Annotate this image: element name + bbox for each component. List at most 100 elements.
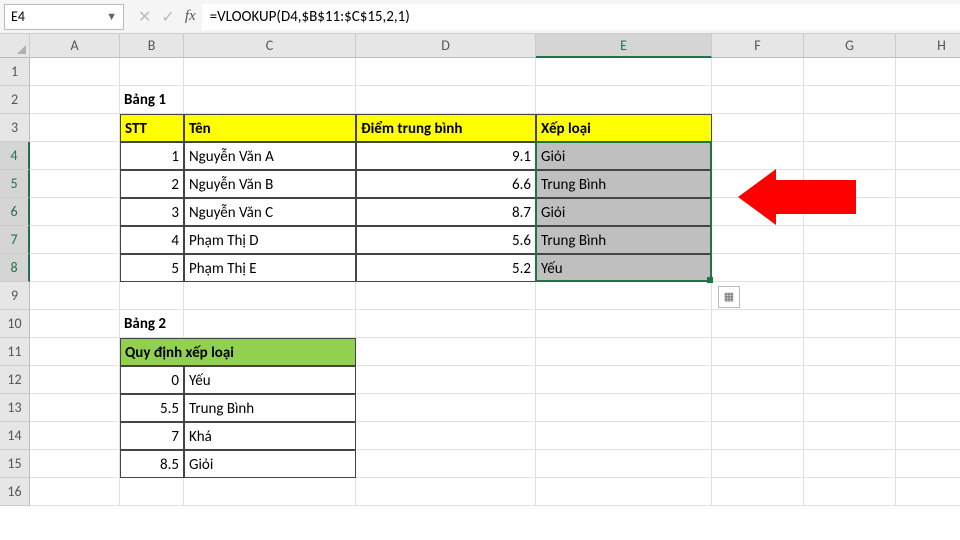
cell-blank[interactable]	[896, 142, 960, 170]
cell-blank[interactable]	[804, 422, 896, 450]
cell-blank[interactable]	[712, 142, 804, 170]
cell-blank[interactable]	[30, 86, 120, 114]
cell-blank[interactable]	[804, 58, 896, 86]
cell-blank[interactable]	[356, 58, 536, 86]
cell-blank[interactable]	[712, 478, 804, 506]
row-header-8[interactable]: 8	[0, 254, 30, 282]
column-header-G[interactable]: G	[804, 34, 896, 58]
column-header-A[interactable]: A	[30, 34, 120, 58]
table2-cell-label[interactable]: Giỏi	[184, 450, 356, 478]
cell-blank[interactable]	[804, 226, 896, 254]
table1-cell-ten[interactable]: Nguyễn Văn A	[184, 142, 356, 170]
table1-header[interactable]: Điểm trung bình	[356, 114, 536, 142]
table1-cell-xep[interactable]: Giỏi	[536, 198, 712, 226]
cell-blank[interactable]	[120, 478, 184, 506]
table1-cell-ten[interactable]: Phạm Thị D	[184, 226, 356, 254]
column-header-D[interactable]: D	[356, 34, 536, 58]
cell-blank[interactable]	[184, 86, 356, 114]
cell-blank[interactable]	[712, 394, 804, 422]
cell-blank[interactable]	[30, 366, 120, 394]
fx-icon[interactable]: fx	[185, 8, 196, 25]
cell-blank[interactable]	[30, 198, 120, 226]
cell-blank[interactable]	[30, 282, 120, 310]
cell-blank[interactable]	[804, 282, 896, 310]
cell-blank[interactable]	[536, 422, 712, 450]
cell-blank[interactable]	[356, 422, 536, 450]
row-header-3[interactable]: 3	[0, 114, 30, 142]
cell-blank[interactable]	[712, 422, 804, 450]
column-header-H[interactable]: H	[896, 34, 960, 58]
cell-blank[interactable]	[184, 282, 356, 310]
table1-header[interactable]: STT	[120, 114, 184, 142]
row-header-14[interactable]: 14	[0, 422, 30, 450]
cell-blank[interactable]	[712, 338, 804, 366]
table2-cell-value[interactable]: 7	[120, 422, 184, 450]
table1-cell-stt[interactable]: 3	[120, 198, 184, 226]
cell-blank[interactable]	[30, 422, 120, 450]
cell-blank[interactable]	[896, 366, 960, 394]
table2-cell-value[interactable]: 5.5	[120, 394, 184, 422]
cell-blank[interactable]	[30, 142, 120, 170]
cell-blank[interactable]	[184, 58, 356, 86]
cell-blank[interactable]	[804, 142, 896, 170]
cell-blank[interactable]	[804, 310, 896, 338]
table1-cell-stt[interactable]: 1	[120, 142, 184, 170]
cell-blank[interactable]	[896, 226, 960, 254]
table1-header[interactable]: Tên	[184, 114, 356, 142]
cell-blank[interactable]	[896, 170, 960, 198]
cell-blank[interactable]	[356, 86, 536, 114]
cell-blank[interactable]	[536, 338, 712, 366]
table2-title[interactable]: Bảng 2	[120, 310, 184, 338]
cell-blank[interactable]	[804, 114, 896, 142]
cell-blank[interactable]	[120, 282, 184, 310]
cell-blank[interactable]	[184, 310, 356, 338]
cell-blank[interactable]	[804, 254, 896, 282]
row-header-2[interactable]: 2	[0, 86, 30, 114]
cell-blank[interactable]	[712, 254, 804, 282]
cell-blank[interactable]	[30, 58, 120, 86]
cell-blank[interactable]	[536, 394, 712, 422]
table1-cell-ten[interactable]: Nguyễn Văn C	[184, 198, 356, 226]
cell-blank[interactable]	[804, 338, 896, 366]
cell-blank[interactable]	[804, 394, 896, 422]
cell-blank[interactable]	[536, 366, 712, 394]
cell-blank[interactable]	[896, 394, 960, 422]
table2-cell-label[interactable]: Yếu	[184, 366, 356, 394]
row-header-13[interactable]: 13	[0, 394, 30, 422]
cell-blank[interactable]	[804, 478, 896, 506]
table1-cell-diem[interactable]: 5.2	[356, 254, 536, 282]
cell-blank[interactable]	[356, 338, 536, 366]
table1-cell-ten[interactable]: Phạm Thị E	[184, 254, 356, 282]
enter-icon[interactable]: ✓	[161, 7, 174, 27]
table2-header[interactable]: Quy định xếp loại	[120, 338, 356, 366]
chevron-down-icon[interactable]: ▼	[106, 10, 117, 23]
table1-cell-diem[interactable]: 9.1	[356, 142, 536, 170]
table1-cell-xep[interactable]: Trung Bình	[536, 226, 712, 254]
cell-blank[interactable]	[536, 310, 712, 338]
row-header-9[interactable]: 9	[0, 282, 30, 310]
cancel-icon[interactable]: ✕	[138, 7, 151, 27]
name-box[interactable]: E4 ▼	[4, 4, 124, 30]
column-header-F[interactable]: F	[712, 34, 804, 58]
table1-header[interactable]: Xếp loại	[536, 114, 712, 142]
cell-blank[interactable]	[896, 450, 960, 478]
cell-blank[interactable]	[30, 338, 120, 366]
cell-blank[interactable]	[356, 366, 536, 394]
cell-blank[interactable]	[30, 450, 120, 478]
formula-input[interactable]: =VLOOKUP(D4,$B$11:$C$15,2,1)	[202, 4, 960, 30]
cell-blank[interactable]	[356, 282, 536, 310]
row-header-4[interactable]: 4	[0, 142, 30, 170]
table1-cell-xep[interactable]: Yếu	[536, 254, 712, 282]
table1-cell-diem[interactable]: 8.7	[356, 198, 536, 226]
cell-blank[interactable]	[896, 254, 960, 282]
column-header-C[interactable]: C	[184, 34, 356, 58]
cell-blank[interactable]	[896, 198, 960, 226]
cell-blank[interactable]	[804, 86, 896, 114]
cell-blank[interactable]	[30, 114, 120, 142]
table2-cell-value[interactable]: 0	[120, 366, 184, 394]
table2-cell-value[interactable]: 8.5	[120, 450, 184, 478]
cell-blank[interactable]	[536, 58, 712, 86]
cell-blank[interactable]	[712, 58, 804, 86]
cell-blank[interactable]	[120, 58, 184, 86]
table2-cell-label[interactable]: Trung Bình	[184, 394, 356, 422]
